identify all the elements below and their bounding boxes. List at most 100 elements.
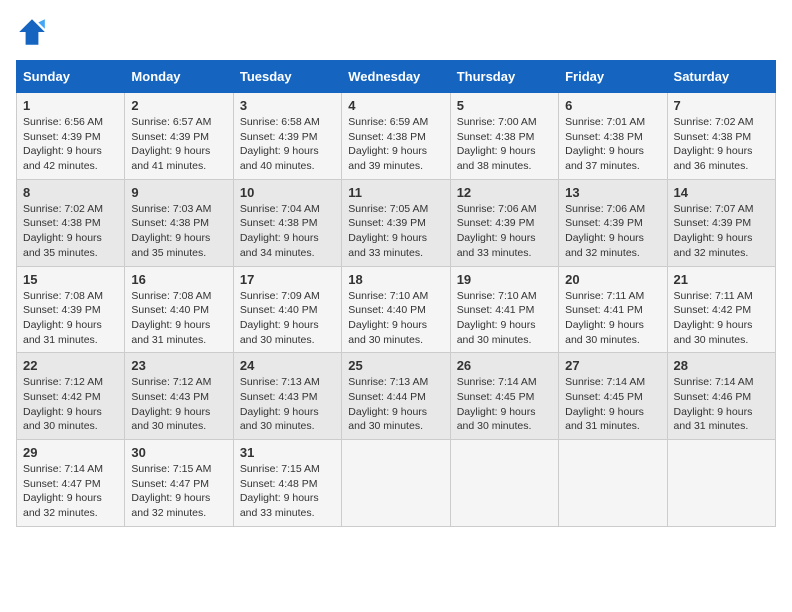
day-detail: Sunrise: 7:14 AM Sunset: 4:47 PM Dayligh…: [23, 462, 118, 521]
day-number: 1: [23, 98, 118, 113]
day-detail: Sunrise: 7:13 AM Sunset: 4:44 PM Dayligh…: [348, 375, 443, 434]
day-number: 13: [565, 185, 660, 200]
day-cell-4: 4 Sunrise: 6:59 AM Sunset: 4:38 PM Dayli…: [342, 93, 450, 180]
day-detail: Sunrise: 7:14 AM Sunset: 4:45 PM Dayligh…: [457, 375, 552, 434]
day-cell-1: 1 Sunrise: 6:56 AM Sunset: 4:39 PM Dayli…: [17, 93, 125, 180]
col-header-friday: Friday: [559, 61, 667, 93]
day-cell-11: 11 Sunrise: 7:05 AM Sunset: 4:39 PM Dayl…: [342, 179, 450, 266]
day-number: 14: [674, 185, 769, 200]
day-detail: Sunrise: 6:56 AM Sunset: 4:39 PM Dayligh…: [23, 115, 118, 174]
day-detail: Sunrise: 7:05 AM Sunset: 4:39 PM Dayligh…: [348, 202, 443, 261]
col-header-monday: Monday: [125, 61, 233, 93]
empty-cell: [450, 440, 558, 527]
day-detail: Sunrise: 7:15 AM Sunset: 4:48 PM Dayligh…: [240, 462, 335, 521]
day-number: 23: [131, 358, 226, 373]
day-cell-7: 7 Sunrise: 7:02 AM Sunset: 4:38 PM Dayli…: [667, 93, 775, 180]
week-row-5: 29 Sunrise: 7:14 AM Sunset: 4:47 PM Dayl…: [17, 440, 776, 527]
calendar-header-row: SundayMondayTuesdayWednesdayThursdayFrid…: [17, 61, 776, 93]
day-cell-16: 16 Sunrise: 7:08 AM Sunset: 4:40 PM Dayl…: [125, 266, 233, 353]
day-cell-19: 19 Sunrise: 7:10 AM Sunset: 4:41 PM Dayl…: [450, 266, 558, 353]
day-cell-8: 8 Sunrise: 7:02 AM Sunset: 4:38 PM Dayli…: [17, 179, 125, 266]
day-number: 3: [240, 98, 335, 113]
day-number: 8: [23, 185, 118, 200]
week-row-1: 1 Sunrise: 6:56 AM Sunset: 4:39 PM Dayli…: [17, 93, 776, 180]
day-cell-31: 31 Sunrise: 7:15 AM Sunset: 4:48 PM Dayl…: [233, 440, 341, 527]
logo: [16, 16, 52, 48]
day-number: 5: [457, 98, 552, 113]
day-cell-9: 9 Sunrise: 7:03 AM Sunset: 4:38 PM Dayli…: [125, 179, 233, 266]
day-detail: Sunrise: 7:03 AM Sunset: 4:38 PM Dayligh…: [131, 202, 226, 261]
day-number: 15: [23, 272, 118, 287]
day-cell-14: 14 Sunrise: 7:07 AM Sunset: 4:39 PM Dayl…: [667, 179, 775, 266]
day-detail: Sunrise: 7:09 AM Sunset: 4:40 PM Dayligh…: [240, 289, 335, 348]
day-cell-2: 2 Sunrise: 6:57 AM Sunset: 4:39 PM Dayli…: [125, 93, 233, 180]
day-cell-15: 15 Sunrise: 7:08 AM Sunset: 4:39 PM Dayl…: [17, 266, 125, 353]
day-number: 30: [131, 445, 226, 460]
day-cell-13: 13 Sunrise: 7:06 AM Sunset: 4:39 PM Dayl…: [559, 179, 667, 266]
col-header-thursday: Thursday: [450, 61, 558, 93]
day-cell-18: 18 Sunrise: 7:10 AM Sunset: 4:40 PM Dayl…: [342, 266, 450, 353]
col-header-sunday: Sunday: [17, 61, 125, 93]
week-row-4: 22 Sunrise: 7:12 AM Sunset: 4:42 PM Dayl…: [17, 353, 776, 440]
day-number: 24: [240, 358, 335, 373]
col-header-tuesday: Tuesday: [233, 61, 341, 93]
day-number: 29: [23, 445, 118, 460]
day-detail: Sunrise: 7:10 AM Sunset: 4:40 PM Dayligh…: [348, 289, 443, 348]
day-number: 28: [674, 358, 769, 373]
day-detail: Sunrise: 7:02 AM Sunset: 4:38 PM Dayligh…: [23, 202, 118, 261]
day-detail: Sunrise: 7:07 AM Sunset: 4:39 PM Dayligh…: [674, 202, 769, 261]
day-number: 26: [457, 358, 552, 373]
day-number: 20: [565, 272, 660, 287]
day-cell-23: 23 Sunrise: 7:12 AM Sunset: 4:43 PM Dayl…: [125, 353, 233, 440]
logo-icon: [16, 16, 48, 48]
week-row-2: 8 Sunrise: 7:02 AM Sunset: 4:38 PM Dayli…: [17, 179, 776, 266]
day-detail: Sunrise: 7:06 AM Sunset: 4:39 PM Dayligh…: [457, 202, 552, 261]
day-number: 22: [23, 358, 118, 373]
day-detail: Sunrise: 7:11 AM Sunset: 4:41 PM Dayligh…: [565, 289, 660, 348]
day-number: 9: [131, 185, 226, 200]
day-cell-28: 28 Sunrise: 7:14 AM Sunset: 4:46 PM Dayl…: [667, 353, 775, 440]
day-cell-10: 10 Sunrise: 7:04 AM Sunset: 4:38 PM Dayl…: [233, 179, 341, 266]
day-detail: Sunrise: 7:06 AM Sunset: 4:39 PM Dayligh…: [565, 202, 660, 261]
day-cell-25: 25 Sunrise: 7:13 AM Sunset: 4:44 PM Dayl…: [342, 353, 450, 440]
day-number: 21: [674, 272, 769, 287]
day-number: 31: [240, 445, 335, 460]
day-detail: Sunrise: 6:57 AM Sunset: 4:39 PM Dayligh…: [131, 115, 226, 174]
week-row-3: 15 Sunrise: 7:08 AM Sunset: 4:39 PM Dayl…: [17, 266, 776, 353]
col-header-saturday: Saturday: [667, 61, 775, 93]
day-cell-22: 22 Sunrise: 7:12 AM Sunset: 4:42 PM Dayl…: [17, 353, 125, 440]
day-number: 7: [674, 98, 769, 113]
day-cell-17: 17 Sunrise: 7:09 AM Sunset: 4:40 PM Dayl…: [233, 266, 341, 353]
day-number: 25: [348, 358, 443, 373]
day-cell-24: 24 Sunrise: 7:13 AM Sunset: 4:43 PM Dayl…: [233, 353, 341, 440]
day-number: 18: [348, 272, 443, 287]
day-cell-27: 27 Sunrise: 7:14 AM Sunset: 4:45 PM Dayl…: [559, 353, 667, 440]
day-cell-30: 30 Sunrise: 7:15 AM Sunset: 4:47 PM Dayl…: [125, 440, 233, 527]
empty-cell: [667, 440, 775, 527]
day-cell-12: 12 Sunrise: 7:06 AM Sunset: 4:39 PM Dayl…: [450, 179, 558, 266]
empty-cell: [559, 440, 667, 527]
day-detail: Sunrise: 7:01 AM Sunset: 4:38 PM Dayligh…: [565, 115, 660, 174]
day-detail: Sunrise: 7:12 AM Sunset: 4:43 PM Dayligh…: [131, 375, 226, 434]
day-detail: Sunrise: 7:00 AM Sunset: 4:38 PM Dayligh…: [457, 115, 552, 174]
day-detail: Sunrise: 6:59 AM Sunset: 4:38 PM Dayligh…: [348, 115, 443, 174]
day-number: 17: [240, 272, 335, 287]
day-detail: Sunrise: 7:08 AM Sunset: 4:39 PM Dayligh…: [23, 289, 118, 348]
day-detail: Sunrise: 7:10 AM Sunset: 4:41 PM Dayligh…: [457, 289, 552, 348]
day-number: 6: [565, 98, 660, 113]
day-cell-3: 3 Sunrise: 6:58 AM Sunset: 4:39 PM Dayli…: [233, 93, 341, 180]
day-number: 11: [348, 185, 443, 200]
day-cell-29: 29 Sunrise: 7:14 AM Sunset: 4:47 PM Dayl…: [17, 440, 125, 527]
day-cell-5: 5 Sunrise: 7:00 AM Sunset: 4:38 PM Dayli…: [450, 93, 558, 180]
day-detail: Sunrise: 7:14 AM Sunset: 4:46 PM Dayligh…: [674, 375, 769, 434]
day-cell-20: 20 Sunrise: 7:11 AM Sunset: 4:41 PM Dayl…: [559, 266, 667, 353]
day-detail: Sunrise: 7:12 AM Sunset: 4:42 PM Dayligh…: [23, 375, 118, 434]
day-detail: Sunrise: 7:08 AM Sunset: 4:40 PM Dayligh…: [131, 289, 226, 348]
day-detail: Sunrise: 7:14 AM Sunset: 4:45 PM Dayligh…: [565, 375, 660, 434]
day-detail: Sunrise: 7:04 AM Sunset: 4:38 PM Dayligh…: [240, 202, 335, 261]
day-number: 19: [457, 272, 552, 287]
day-cell-21: 21 Sunrise: 7:11 AM Sunset: 4:42 PM Dayl…: [667, 266, 775, 353]
day-detail: Sunrise: 7:13 AM Sunset: 4:43 PM Dayligh…: [240, 375, 335, 434]
day-detail: Sunrise: 7:11 AM Sunset: 4:42 PM Dayligh…: [674, 289, 769, 348]
day-number: 27: [565, 358, 660, 373]
